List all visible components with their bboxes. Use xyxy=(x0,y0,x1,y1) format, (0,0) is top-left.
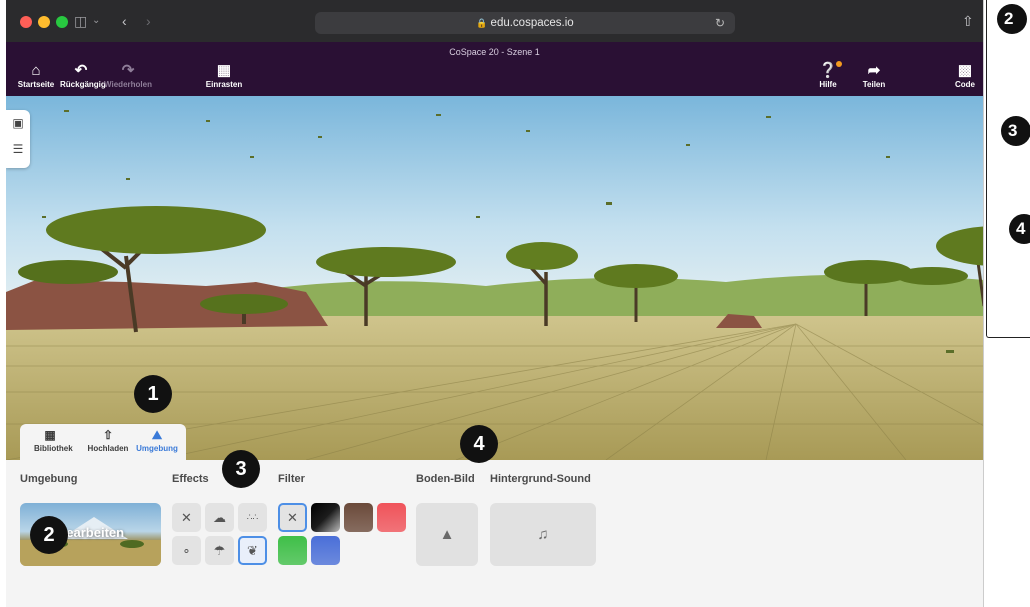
redo-button[interactable]: ↷ Wiederholen xyxy=(102,62,154,89)
redo-icon: ↷ xyxy=(121,62,135,79)
callout-2: 2 xyxy=(30,516,68,554)
app-header: CoSpace 20 - Szene 1 ⌂ Startseite ↶ Rück… xyxy=(6,42,983,96)
callout-1: 1 xyxy=(134,375,172,413)
snap-button[interactable]: ▦ Einrasten xyxy=(202,62,246,89)
redo-label: Wiederholen xyxy=(104,80,152,89)
background-sound-title: Hintergrund-Sound xyxy=(490,473,591,485)
help-button[interactable]: ❔ Hilfe xyxy=(812,61,844,89)
filter-none-button[interactable]: ✕ xyxy=(278,503,307,532)
music-file-icon: ♫ xyxy=(537,526,549,543)
library-icon: ▦ xyxy=(44,428,56,442)
filter-green-button[interactable] xyxy=(278,536,307,565)
callout-4: 4 xyxy=(460,425,498,463)
tab-library[interactable]: ▦ Bibliothek xyxy=(34,428,73,453)
share-button[interactable]: ➦ Teilen xyxy=(858,62,890,89)
share-page-icon[interactable]: ⇧ xyxy=(962,12,974,30)
effect-bubbles-button[interactable]: ∘ xyxy=(172,536,201,565)
filter-black-button[interactable] xyxy=(311,503,340,532)
background-sound-button[interactable]: ♫ xyxy=(490,503,596,566)
tab-upload[interactable]: ⇧ Hochladen xyxy=(86,428,130,453)
side-callout-4: 4 xyxy=(1009,214,1030,244)
rain-cloud-icon: ☂ xyxy=(213,543,226,558)
forward-icon[interactable]: › xyxy=(146,12,151,30)
environment-icon: ⛰ xyxy=(151,428,163,442)
chevron-down-icon[interactable]: ⌄ xyxy=(92,12,100,30)
grid-icon: ▦ xyxy=(216,62,232,79)
zoom-window-button[interactable] xyxy=(56,16,68,28)
tab-environment[interactable]: ⛰ Umgebung xyxy=(134,428,180,453)
home-button[interactable]: ⌂ Startseite xyxy=(16,62,56,89)
notification-dot xyxy=(836,61,842,67)
close-window-button[interactable] xyxy=(20,16,32,28)
bubbles-icon: ∘ xyxy=(182,543,191,558)
tab-library-label: Bibliothek xyxy=(34,444,73,453)
undo-label: Rückgängig xyxy=(60,80,106,89)
undo-icon: ↶ xyxy=(74,62,88,79)
share-icon: ➦ xyxy=(867,62,881,79)
effect-storm-button[interactable]: ☂ xyxy=(205,536,234,565)
effect-leaves-button[interactable]: ❦ xyxy=(238,536,267,565)
minimize-window-button[interactable] xyxy=(38,16,50,28)
code-button[interactable]: ▩ Code xyxy=(950,62,980,89)
filter-red-button[interactable] xyxy=(377,503,406,532)
side-callout-2: 2 xyxy=(997,4,1027,34)
filter-blue-button[interactable] xyxy=(311,536,340,565)
annotation-side-panel: 2 3 4 xyxy=(986,0,1030,338)
sidebar-toggle-icon[interactable]: ◫ xyxy=(74,12,87,30)
scene-side-toolbar: ▣ ☰ xyxy=(6,110,30,168)
home-label: Startseite xyxy=(17,80,55,89)
help-icon: ❔ xyxy=(812,61,844,80)
cloud-icon: ☁ xyxy=(213,510,226,525)
home-icon: ⌂ xyxy=(31,62,41,79)
close-icon: ✕ xyxy=(181,510,192,525)
effect-none-button[interactable]: ✕ xyxy=(172,503,201,532)
url-text: edu.cospaces.io xyxy=(490,17,574,29)
browser-toolbar: ◫ ⌄ ‹ › 🔒 edu.cospaces.io ↻ ⇧ xyxy=(6,0,983,42)
tab-environment-label: Umgebung xyxy=(136,444,178,453)
code-label: Code xyxy=(955,80,975,89)
side-callout-3: 3 xyxy=(1001,116,1030,146)
tree-image xyxy=(120,540,144,548)
callout-3: 3 xyxy=(222,450,260,488)
environment-title: Umgebung xyxy=(20,473,78,485)
list-icon[interactable]: ☰ xyxy=(6,136,30,162)
back-icon[interactable]: ‹ xyxy=(122,12,127,30)
tab-upload-label: Hochladen xyxy=(87,444,129,453)
ground-image-button[interactable]: ▲ xyxy=(416,503,478,566)
dust-icon: ∴∴ xyxy=(246,512,259,522)
scene-title: CoSpace 20 - Szene 1 xyxy=(449,47,540,57)
effects-title: Effects xyxy=(172,473,209,485)
gallery-icon[interactable]: ▣ xyxy=(6,110,30,136)
code-icon: ▩ xyxy=(957,62,973,79)
address-bar[interactable]: 🔒 edu.cospaces.io ↻ xyxy=(315,12,735,34)
leaf-icon: ❦ xyxy=(247,543,258,558)
reload-icon[interactable]: ↻ xyxy=(715,12,725,34)
effect-dust-button[interactable]: ∴∴ xyxy=(238,503,267,532)
ground-image-title: Boden-Bild xyxy=(416,473,475,485)
bottom-tabs: ▦ Bibliothek ⇧ Hochladen ⛰ Umgebung xyxy=(20,424,186,462)
upload-icon: ⇧ xyxy=(102,428,114,442)
help-label: Hilfe xyxy=(819,80,837,89)
filter-sepia-button[interactable] xyxy=(344,503,373,532)
effect-rain-button[interactable]: ☁ xyxy=(205,503,234,532)
environment-panel: Umgebung Effects Filter Boden-Bild Hinte… xyxy=(6,461,983,607)
filter-title: Filter xyxy=(278,473,305,485)
lock-icon: 🔒 xyxy=(476,18,488,28)
share-label: Teilen xyxy=(862,80,886,89)
close-icon: ✕ xyxy=(287,510,298,525)
snap-label: Einrasten xyxy=(205,80,243,89)
undo-button[interactable]: ↶ Rückgängig xyxy=(60,62,106,89)
browser-window: ◫ ⌄ ‹ › 🔒 edu.cospaces.io ↻ ⇧ CoSpace 20 … xyxy=(6,0,984,607)
ground-image-icon: ▲ xyxy=(439,526,455,543)
